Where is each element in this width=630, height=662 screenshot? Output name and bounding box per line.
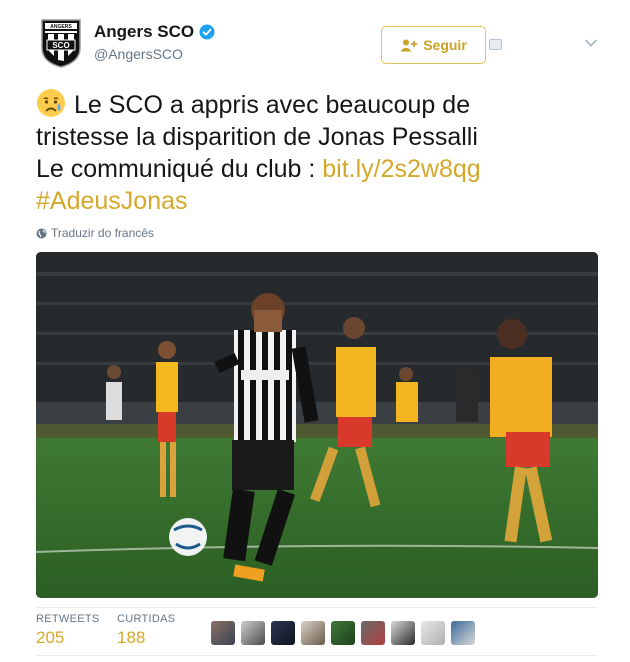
tweet-text: Le SCO a appris avec beaucoup de tristes… xyxy=(36,88,601,217)
stats-divider-bottom xyxy=(36,655,598,656)
tweet-line-3: Le communiqué du club : bit.ly/2s2w8qg xyxy=(36,153,601,185)
stats-divider-top xyxy=(36,607,598,608)
display-name-text[interactable]: Angers SCO xyxy=(94,22,194,42)
tweet-hashtag[interactable]: #AdeusJonas xyxy=(36,187,188,215)
liker-avatar[interactable] xyxy=(301,621,325,645)
liker-avatar[interactable] xyxy=(451,621,475,645)
globe-icon xyxy=(36,228,47,238)
tweet-link[interactable]: bit.ly/2s2w8qg xyxy=(322,155,480,183)
tweet-line-2: tristesse la disparition de Jonas Pessal… xyxy=(36,123,478,151)
tweet-line-1: Le SCO a appris avec beaucoup de xyxy=(36,88,601,121)
chevron-down-icon[interactable] xyxy=(584,38,598,48)
tweet-line-1-text: Le SCO a appris avec beaucoup de xyxy=(74,91,471,119)
liker-avatar[interactable] xyxy=(331,621,355,645)
football xyxy=(169,518,207,556)
likes-stat[interactable]: CURTIDAS 188 xyxy=(117,613,175,648)
likes-count[interactable]: 188 xyxy=(117,628,175,648)
retweets-count[interactable]: 205 xyxy=(36,628,100,648)
tweet-line-4: #AdeusJonas xyxy=(36,185,601,217)
translate-tweet[interactable]: Traduzir do francês xyxy=(36,226,154,240)
follow-button-label: Seguir xyxy=(423,37,467,53)
user-handle[interactable]: @AngersSCO xyxy=(94,46,183,62)
liker-avatars xyxy=(211,621,475,645)
user-actions-badge-icon[interactable] xyxy=(489,39,502,50)
display-name[interactable]: Angers SCO xyxy=(94,22,215,42)
add-user-icon xyxy=(400,39,418,51)
angers-sco-logo[interactable]: ANGERS SCO xyxy=(40,18,82,68)
liker-avatar[interactable] xyxy=(391,621,415,645)
liker-avatar[interactable] xyxy=(211,621,235,645)
svg-text:SCO: SCO xyxy=(52,41,69,50)
verified-badge-icon xyxy=(199,24,215,40)
liker-avatar[interactable] xyxy=(421,621,445,645)
liker-avatar[interactable] xyxy=(361,621,385,645)
liker-avatar[interactable] xyxy=(271,621,295,645)
translate-label[interactable]: Traduzir do francês xyxy=(51,226,154,240)
crying-face-icon xyxy=(37,89,65,117)
retweets-label: RETWEETS xyxy=(36,613,100,625)
tweet-photo[interactable] xyxy=(36,252,598,598)
svg-text:ANGERS: ANGERS xyxy=(50,24,72,30)
follow-button[interactable]: Seguir xyxy=(381,26,486,64)
retweets-stat[interactable]: RETWEETS 205 xyxy=(36,613,100,648)
likes-label: CURTIDAS xyxy=(117,613,176,625)
tweet-header: ANGERS SCO Angers SCO @AngersSCO Seguir xyxy=(36,18,606,74)
liker-avatar[interactable] xyxy=(241,621,265,645)
tweet-line-3-text: Le communiqué du club : xyxy=(36,155,323,183)
